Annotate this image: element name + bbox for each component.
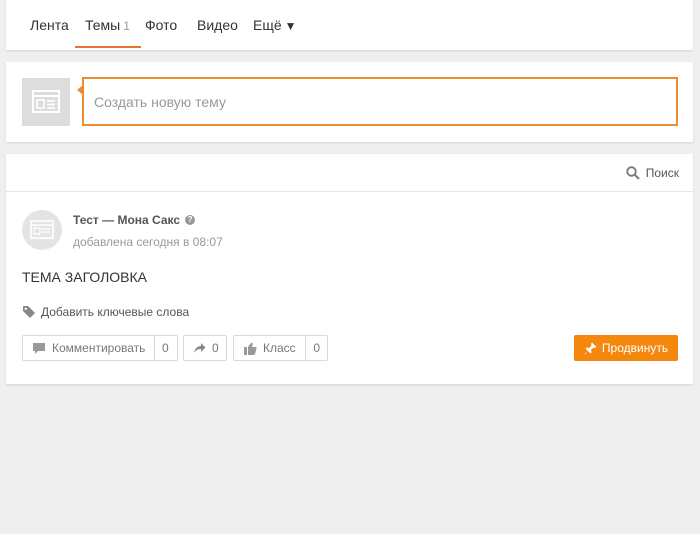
pin-icon	[584, 342, 597, 354]
add-keywords-label: Добавить ключевые слова	[41, 305, 190, 319]
tag-icon	[23, 306, 35, 318]
active-tab-indicator	[75, 46, 141, 48]
triangle-down-icon: ▼	[284, 19, 297, 33]
search-button[interactable]: Поиск	[626, 166, 679, 180]
search-icon	[626, 166, 640, 180]
add-keywords-link[interactable]: Добавить ключевые слова	[22, 305, 189, 319]
topic-placeholder-icon	[22, 78, 70, 126]
comment-label: Комментировать	[52, 341, 146, 355]
tab-feed[interactable]: Лента	[30, 17, 69, 33]
comment-icon	[33, 342, 45, 354]
tab-topics-label: Темы	[85, 17, 121, 33]
new-topic-card	[6, 62, 693, 142]
post-title: Тест — Мона Сакс ?	[73, 213, 196, 227]
thumbs-up-icon	[244, 342, 257, 355]
feed-header: Поиск	[6, 154, 693, 192]
promote-label: Продвинуть	[601, 341, 669, 355]
tab-topics[interactable]: Темы 1	[85, 17, 130, 33]
share-main[interactable]: 0	[184, 336, 225, 360]
help-icon[interactable]: ?	[185, 215, 196, 225]
promote-button[interactable]: Продвинуть	[574, 335, 678, 361]
new-topic-input[interactable]	[82, 77, 678, 126]
tab-photo[interactable]: Фото	[145, 17, 177, 33]
class-label: Класс	[263, 341, 296, 355]
post-timestamp: добавлена сегодня в 08:07	[73, 235, 223, 249]
comment-count[interactable]: 0	[154, 336, 176, 360]
share-arrow-icon	[194, 343, 206, 353]
tab-more-label: Ещё	[253, 17, 282, 33]
share-count: 0	[212, 341, 219, 355]
post-body: ТЕМА ЗАГОЛОВКА	[22, 269, 148, 285]
class-count[interactable]: 0	[305, 336, 327, 360]
class-like-button[interactable]: Класс 0	[233, 335, 328, 361]
topics-tabs-bar: Лента Темы 1 Фото Видео Ещё ▼	[6, 0, 693, 50]
class-main[interactable]: Класс	[234, 336, 305, 360]
search-label: Поиск	[645, 166, 679, 180]
topics-feed-card: Поиск Тест — Мона Сакс ? добавлена сегод…	[6, 154, 693, 384]
tab-more[interactable]: Ещё ▼	[253, 17, 297, 33]
tab-video[interactable]: Видео	[197, 17, 238, 33]
topic-placeholder-icon	[30, 220, 54, 239]
share-button[interactable]: 0	[183, 335, 227, 361]
avatar[interactable]	[22, 210, 62, 250]
post-title-text[interactable]: Тест — Мона Сакс	[73, 213, 180, 227]
comment-main[interactable]: Комментировать	[23, 336, 154, 360]
tab-topics-count: 1	[123, 19, 130, 33]
comment-button[interactable]: Комментировать 0	[22, 335, 178, 361]
